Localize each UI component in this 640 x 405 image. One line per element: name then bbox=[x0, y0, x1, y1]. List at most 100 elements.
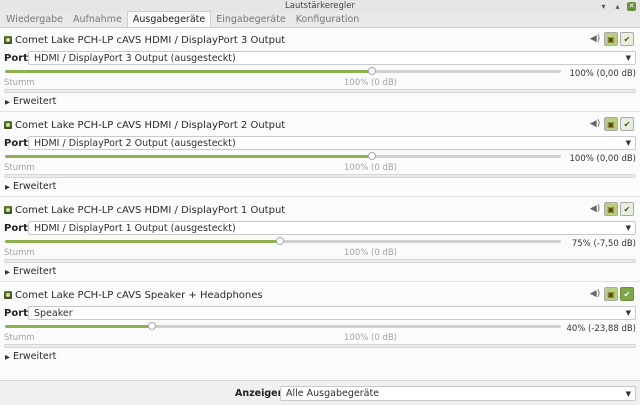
expander-arrow-icon: ▶ bbox=[5, 97, 10, 106]
dropdown-arrow-icon: ▼ bbox=[625, 224, 631, 232]
volume-slider-knob[interactable] bbox=[367, 67, 376, 75]
device-name: Comet Lake PCH-LP cAVS HDMI / DisplayPor… bbox=[15, 204, 286, 216]
level-meter bbox=[4, 344, 636, 348]
check-icon[interactable]: ✔ bbox=[620, 202, 634, 216]
device-header: Comet Lake PCH-LP cAVS Speaker + Headpho… bbox=[4, 287, 636, 302]
expander-arrow-icon: ▶ bbox=[5, 352, 10, 361]
volume-slider-knob[interactable] bbox=[276, 237, 285, 245]
check-icon[interactable]: ✔ bbox=[620, 32, 634, 46]
advanced-label: Erweitert bbox=[13, 96, 57, 107]
separator bbox=[0, 111, 640, 112]
footer-bar: Anzeigen: Alle Ausgabegeräte ▼ bbox=[0, 380, 640, 405]
device-name: Comet Lake PCH-LP cAVS HDMI / DisplayPor… bbox=[15, 34, 286, 46]
lock-icon[interactable]: ▣ bbox=[604, 202, 618, 216]
dropdown-arrow-icon: ▼ bbox=[625, 139, 631, 147]
separator bbox=[0, 281, 640, 282]
maximize-icon[interactable]: ▴ bbox=[613, 2, 622, 11]
sound-card-icon bbox=[4, 36, 12, 44]
port-row: Port: HDMI / DisplayPort 1 Output (ausge… bbox=[4, 221, 636, 235]
advanced-label: Erweitert bbox=[13, 266, 57, 277]
tab-ausgabegeraete[interactable]: Ausgabegeräte bbox=[126, 11, 212, 27]
separator bbox=[0, 196, 640, 197]
volume-slider[interactable] bbox=[5, 237, 561, 245]
port-row: Port: HDMI / DisplayPort 3 Output (ausge… bbox=[4, 51, 636, 65]
volume-slider[interactable] bbox=[5, 152, 561, 160]
device-buttons: ◀) ▣ ✔ bbox=[588, 32, 634, 46]
scale-100-label: 100% (0 dB) bbox=[344, 163, 397, 173]
port-select[interactable]: HDMI / DisplayPort 3 Output (ausgesteckt… bbox=[28, 51, 636, 65]
speaker-icon[interactable]: ◀) bbox=[588, 287, 602, 301]
sound-card-icon bbox=[4, 291, 12, 299]
lock-icon[interactable]: ▣ bbox=[604, 287, 618, 301]
speaker-icon[interactable]: ◀) bbox=[588, 117, 602, 131]
advanced-label: Erweitert bbox=[13, 181, 57, 192]
output-device: Comet Lake PCH-LP cAVS HDMI / DisplayPor… bbox=[0, 113, 640, 198]
volume-value: 40% (-23,88 dB) bbox=[566, 324, 636, 334]
tab-konfiguration[interactable]: Konfiguration bbox=[291, 12, 365, 27]
advanced-expander[interactable]: ▶ Erweitert bbox=[5, 181, 56, 192]
device-name: Comet Lake PCH-LP cAVS HDMI / DisplayPor… bbox=[15, 119, 286, 131]
dropdown-arrow-icon: ▼ bbox=[625, 390, 631, 398]
advanced-expander[interactable]: ▶ Erweitert bbox=[5, 96, 56, 107]
minimize-icon[interactable]: ▾ bbox=[599, 2, 608, 11]
tab-wiedergabe[interactable]: Wiedergabe bbox=[1, 12, 68, 27]
speaker-icon[interactable]: ◀) bbox=[588, 202, 602, 216]
check-icon[interactable]: ✔ bbox=[620, 117, 634, 131]
check-icon[interactable]: ✔ bbox=[620, 287, 634, 301]
scale-100-label: 100% (0 dB) bbox=[344, 333, 397, 343]
scale-mute-label: Stumm bbox=[4, 163, 35, 173]
window-controls: ▾ ▴ ✕ bbox=[599, 0, 636, 12]
volume-value: 100% (0,00 dB) bbox=[569, 69, 637, 79]
scale-mute-label: Stumm bbox=[4, 248, 35, 258]
volume-slider-fill bbox=[5, 70, 372, 73]
volume-value: 100% (0,00 dB) bbox=[569, 154, 637, 164]
port-select-value: HDMI / DisplayPort 3 Output (ausgesteckt… bbox=[34, 52, 236, 64]
level-meter bbox=[4, 89, 636, 93]
show-filter-select[interactable]: Alle Ausgabegeräte ▼ bbox=[280, 386, 636, 401]
tab-aufnahme[interactable]: Aufnahme bbox=[68, 12, 127, 27]
advanced-expander[interactable]: ▶ Erweitert bbox=[5, 351, 56, 362]
lock-icon[interactable]: ▣ bbox=[604, 117, 618, 131]
device-header: Comet Lake PCH-LP cAVS HDMI / DisplayPor… bbox=[4, 32, 636, 47]
close-icon[interactable]: ✕ bbox=[627, 1, 636, 11]
device-buttons: ◀) ▣ ✔ bbox=[588, 287, 634, 301]
port-row: Port: HDMI / DisplayPort 2 Output (ausge… bbox=[4, 136, 636, 150]
sound-card-icon bbox=[4, 121, 12, 129]
tab-bar: Wiedergabe Aufnahme Ausgabegeräte Eingab… bbox=[0, 11, 640, 28]
port-select[interactable]: HDMI / DisplayPort 1 Output (ausgesteckt… bbox=[28, 221, 636, 235]
port-row: Port: Speaker ▼ bbox=[4, 306, 636, 320]
volume-slider-knob[interactable] bbox=[147, 322, 156, 330]
window-titlebar: Lautstärkeregler ▾ ▴ ✕ bbox=[0, 0, 640, 12]
volume-slider[interactable] bbox=[5, 67, 561, 75]
lock-icon[interactable]: ▣ bbox=[604, 32, 618, 46]
scale-100-label: 100% (0 dB) bbox=[344, 248, 397, 258]
scale-mute-label: Stumm bbox=[4, 333, 35, 343]
speaker-icon[interactable]: ◀) bbox=[588, 32, 602, 46]
volume-slider-knob[interactable] bbox=[367, 152, 376, 160]
output-device: Comet Lake PCH-LP cAVS HDMI / DisplayPor… bbox=[0, 198, 640, 283]
advanced-expander[interactable]: ▶ Erweitert bbox=[5, 266, 56, 277]
dropdown-arrow-icon: ▼ bbox=[625, 309, 631, 317]
device-buttons: ◀) ▣ ✔ bbox=[588, 202, 634, 216]
port-select-value: HDMI / DisplayPort 1 Output (ausgesteckt… bbox=[34, 222, 236, 234]
device-header: Comet Lake PCH-LP cAVS HDMI / DisplayPor… bbox=[4, 202, 636, 217]
show-filter-value: Alle Ausgabegeräte bbox=[286, 388, 380, 399]
volume-slider-fill bbox=[5, 240, 281, 243]
port-select-value: Speaker bbox=[34, 307, 73, 319]
level-meter bbox=[4, 174, 636, 178]
output-device: Comet Lake PCH-LP cAVS HDMI / DisplayPor… bbox=[0, 28, 640, 113]
scale-mute-label: Stumm bbox=[4, 78, 35, 88]
dropdown-arrow-icon: ▼ bbox=[625, 54, 631, 62]
port-select[interactable]: HDMI / DisplayPort 2 Output (ausgesteckt… bbox=[28, 136, 636, 150]
expander-arrow-icon: ▶ bbox=[5, 267, 10, 276]
device-header: Comet Lake PCH-LP cAVS HDMI / DisplayPor… bbox=[4, 117, 636, 132]
device-list: Comet Lake PCH-LP cAVS HDMI / DisplayPor… bbox=[0, 28, 640, 380]
scale-100-label: 100% (0 dB) bbox=[344, 78, 397, 88]
volume-slider[interactable] bbox=[5, 322, 561, 330]
device-name: Comet Lake PCH-LP cAVS Speaker + Headpho… bbox=[15, 289, 263, 301]
port-label: Port: bbox=[4, 222, 32, 234]
port-select[interactable]: Speaker ▼ bbox=[28, 306, 636, 320]
volume-value: 75% (-7,50 dB) bbox=[571, 239, 636, 249]
tab-eingabegeraete[interactable]: Eingabegeräte bbox=[211, 12, 291, 27]
port-select-value: HDMI / DisplayPort 2 Output (ausgesteckt… bbox=[34, 137, 236, 149]
